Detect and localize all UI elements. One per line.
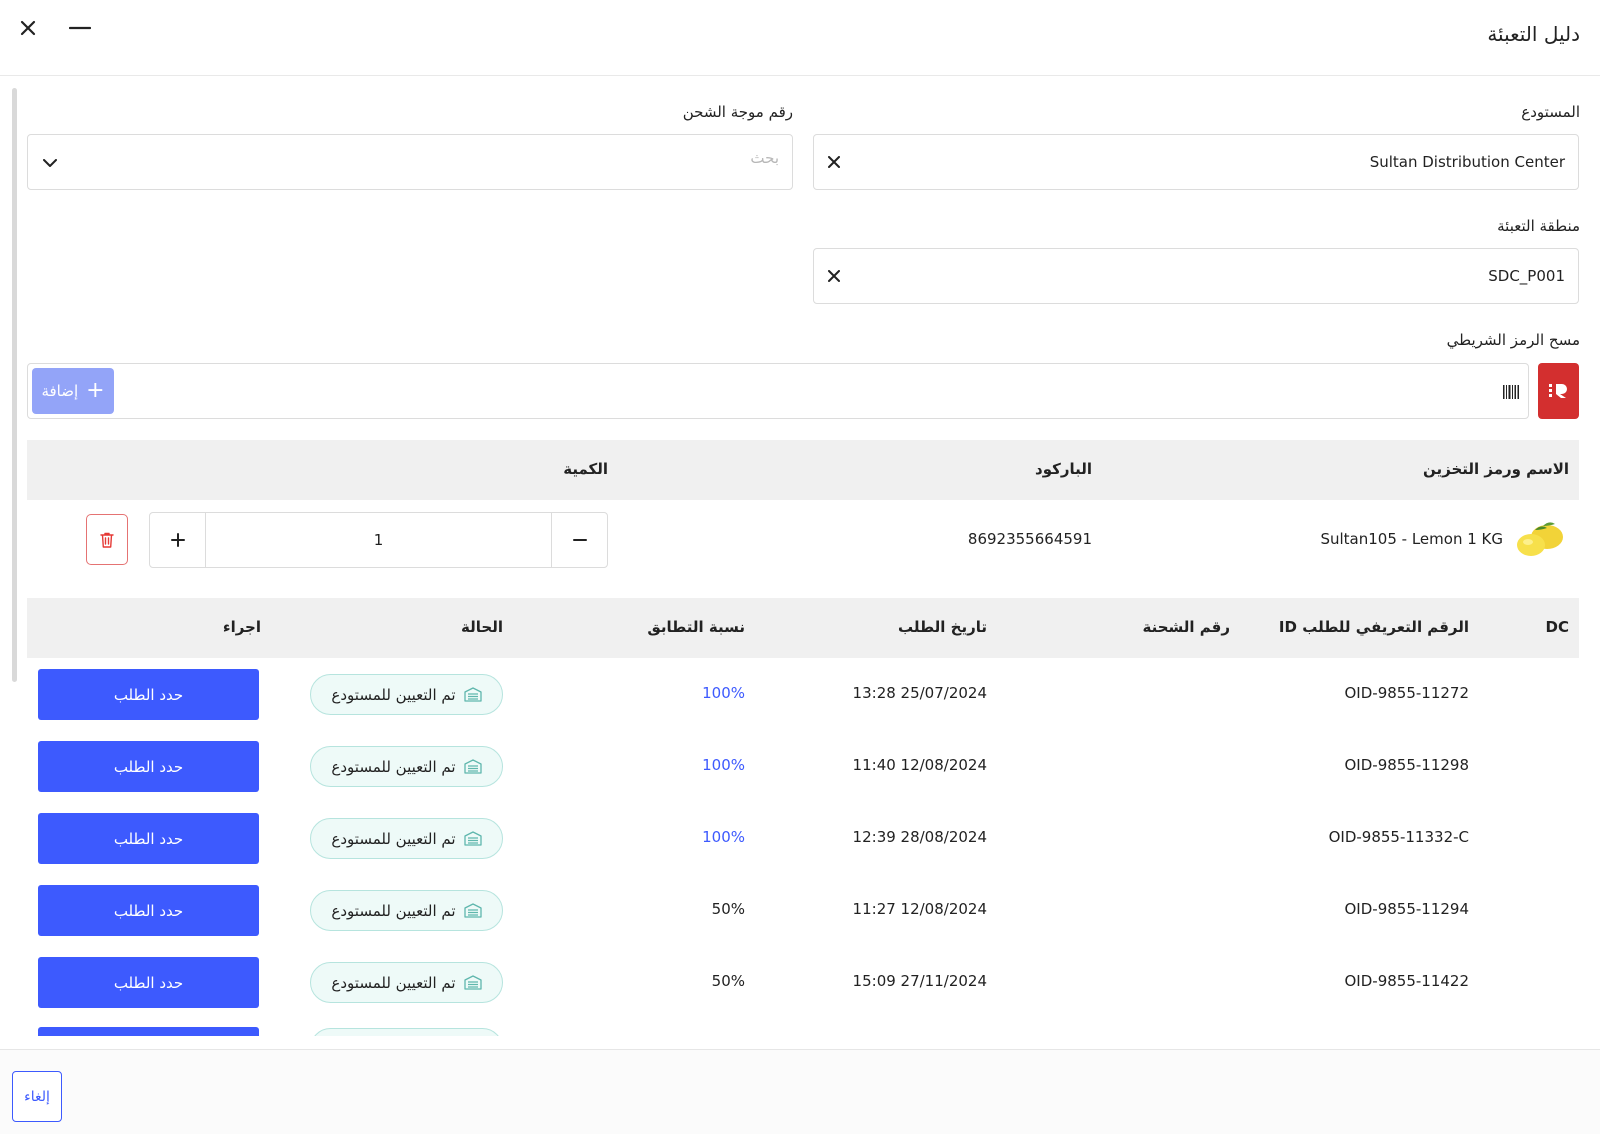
lemon-image: [1517, 522, 1563, 556]
decrement-button[interactable]: [551, 513, 607, 567]
col-action: اجراء: [222, 618, 261, 636]
status-badge: تم التعيين للمستودع: [310, 962, 503, 1003]
match-percent: 100%: [702, 684, 745, 702]
col-quantity: الكمية: [563, 460, 608, 478]
status-text: تم التعيين للمستودع: [331, 757, 456, 776]
warehouse-label: المستودع: [1521, 103, 1580, 121]
page-title: دليل التعبئة: [1487, 22, 1580, 46]
select-order-button[interactable]: حدد الطلب: [38, 957, 259, 1008]
select-order-button[interactable]: حدد الطلب: [38, 741, 259, 792]
order-date: 13:28 25/07/2024: [852, 684, 987, 702]
packing-guide-window: دليل التعبئة المستودع Sultan Distributio…: [0, 0, 1600, 1134]
wave-select[interactable]: بحث: [27, 134, 793, 190]
barcode-label: مسح الرمز الشريطي: [1446, 331, 1580, 349]
order-id: OID-9855-11294: [1344, 900, 1470, 918]
packing-zone-select[interactable]: SDC_P001: [813, 248, 1579, 304]
order-date: 15:09 27/11/2024: [852, 972, 987, 990]
status-text: تم التعيين للمستودع: [331, 685, 456, 704]
table-row: Sultan105 - Lemon 1 KG 8692355664591 1: [27, 500, 1579, 580]
match-percent: 100%: [702, 756, 745, 774]
warehouse-icon: [463, 759, 482, 774]
col-order-id: الرقم التعريفي للطلب ID: [1278, 618, 1469, 636]
add-label: إضافة: [41, 382, 79, 400]
wave-label: رقم موجة الشحن: [682, 103, 793, 121]
header: دليل التعبئة: [0, 0, 1600, 76]
clear-icon[interactable]: [824, 266, 844, 286]
match-percent: 100%: [702, 828, 745, 846]
status-badge: تم التعيين للمستودع: [310, 674, 503, 715]
warehouse-icon: [463, 831, 482, 846]
delete-button[interactable]: [86, 514, 128, 565]
col-name-sku: الاسم ورمز التخزين: [1422, 460, 1569, 478]
item-name: Sultan105 - Lemon 1 KG: [1320, 530, 1503, 548]
wave-placeholder: بحث: [750, 149, 779, 167]
item-barcode: 8692355664591: [967, 530, 1092, 548]
order-id: OID-9855-11272: [1344, 684, 1470, 702]
table-row: OID-9855-11332-C 12:39 28/08/2024 100% ت…: [27, 802, 1579, 874]
select-order-button[interactable]: حدد الطلب: [38, 669, 259, 720]
col-shipment: رقم الشحنة: [1142, 618, 1230, 636]
table-row: OID-9855-11272 13:28 25/07/2024 100% تم …: [27, 658, 1579, 730]
increment-button[interactable]: [150, 513, 206, 567]
status-badge: تم التعيين للمستودع: [310, 746, 503, 787]
order-id: OID-9855-11298: [1344, 756, 1470, 774]
table-row: OID-9855-11422 15:09 27/11/2024 50% تم ا…: [27, 946, 1579, 1018]
scan-button[interactable]: [1538, 363, 1579, 419]
barcode-input[interactable]: + إضافة: [27, 363, 1529, 419]
footer: إلغاء: [0, 1049, 1600, 1134]
warehouse-icon: [463, 975, 482, 990]
table-row: OID-9855-11298 11:40 12/08/2024 100% تم …: [27, 730, 1579, 802]
match-percent: 50%: [711, 972, 745, 990]
match-percent: 50%: [711, 900, 745, 918]
col-match: نسبة التطابق: [647, 618, 745, 636]
order-date: 11:40 12/08/2024: [852, 756, 987, 774]
scrollbar[interactable]: [12, 88, 17, 682]
minimize-icon[interactable]: [64, 12, 96, 44]
items-table-header: الاسم ورمز التخزين الباركود الكمية: [27, 440, 1579, 500]
col-order-date: تاريخ الطلب: [898, 618, 987, 636]
warehouse-icon: [463, 687, 482, 702]
order-date: 11:27 12/08/2024: [852, 900, 987, 918]
quantity-stepper[interactable]: 1: [149, 512, 608, 568]
clear-icon[interactable]: [824, 152, 844, 172]
warehouse-value: Sultan Distribution Center: [1369, 153, 1565, 171]
order-date: 12:39 28/08/2024: [852, 828, 987, 846]
status-badge: تم التعيين للمستودع: [310, 818, 503, 859]
order-id: OID-9855-11422: [1344, 972, 1470, 990]
quantity-value[interactable]: 1: [206, 513, 551, 567]
select-order-button[interactable]: حدد الطلب: [38, 885, 259, 936]
table-row-partial: [27, 1018, 1579, 1036]
col-barcode: الباركود: [1035, 460, 1092, 478]
orders-table-body: OID-9855-11272 13:28 25/07/2024 100% تم …: [27, 658, 1579, 1036]
warehouse-select[interactable]: Sultan Distribution Center: [813, 134, 1579, 190]
status-text: تم التعيين للمستودع: [331, 829, 456, 848]
warehouse-icon: [463, 903, 482, 918]
chevron-down-icon[interactable]: [40, 153, 60, 173]
order-id: OID-9855-11332-C: [1328, 828, 1469, 846]
select-order-button[interactable]: [38, 1027, 259, 1036]
trash-icon: [100, 532, 114, 548]
status-text: تم التعيين للمستودع: [331, 901, 456, 920]
col-status: الحالة: [461, 618, 503, 636]
col-dc: DC: [1545, 618, 1569, 636]
packing-zone-label: منطقة التعبئة: [1497, 217, 1580, 235]
close-icon[interactable]: [12, 12, 44, 44]
plus-icon: +: [86, 378, 105, 403]
cancel-button[interactable]: إلغاء: [12, 1071, 62, 1122]
status-badge: [310, 1028, 503, 1036]
packing-zone-value: SDC_P001: [1488, 267, 1565, 285]
select-order-button[interactable]: حدد الطلب: [38, 813, 259, 864]
orders-table-header: DC الرقم التعريفي للطلب ID رقم الشحنة تا…: [27, 598, 1579, 658]
table-row: OID-9855-11294 11:27 12/08/2024 50% تم ا…: [27, 874, 1579, 946]
status-badge: تم التعيين للمستودع: [310, 890, 503, 931]
add-button[interactable]: + إضافة: [32, 368, 114, 414]
scanner-icon: [1548, 384, 1567, 398]
status-text: تم التعيين للمستودع: [331, 973, 456, 992]
barcode-icon: [1503, 385, 1519, 399]
